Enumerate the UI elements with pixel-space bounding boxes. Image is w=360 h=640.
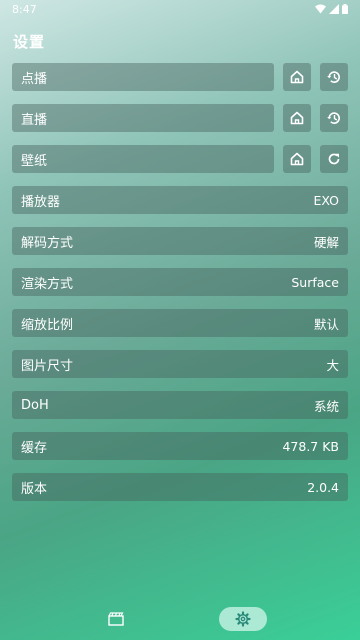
status-icons (315, 4, 348, 14)
settings-row-vod[interactable]: 点播 (12, 63, 274, 91)
settings-row-version[interactable]: 版本 2.0.4 (12, 473, 348, 501)
row-label: 播放器 (21, 194, 61, 210)
row-value: EXO (313, 192, 339, 208)
battery-icon (342, 4, 348, 14)
nav-settings-button[interactable] (219, 607, 267, 631)
row-label: 缩放比例 (21, 317, 74, 333)
row-label: 缓存 (21, 440, 48, 456)
row-label: 点播 (21, 71, 48, 87)
vod-history-button[interactable] (320, 63, 348, 91)
film-icon (108, 612, 124, 626)
row-value: Surface (291, 274, 339, 290)
settings-row-doh[interactable]: DoH 系统 (12, 391, 348, 419)
home-icon (290, 111, 304, 125)
row-label: 图片尺寸 (21, 358, 74, 374)
wallpaper-home-button[interactable] (283, 145, 311, 173)
history-icon (327, 112, 340, 124)
row-value: 478.7 KB (282, 438, 339, 454)
status-bar: 8:47 (0, 0, 360, 18)
live-history-button[interactable] (320, 104, 348, 132)
row-label: 直播 (21, 112, 48, 128)
bottom-nav (0, 600, 360, 640)
row-label: 解码方式 (21, 235, 74, 251)
settings-row-live[interactable]: 直播 (12, 104, 274, 132)
settings-row-wallpaper[interactable]: 壁纸 (12, 145, 274, 173)
row-value: 系统 (313, 398, 339, 414)
row-label: DoH (21, 397, 49, 413)
signal-icon (329, 4, 339, 14)
row-value: 硬解 (313, 234, 339, 250)
settings-row-player[interactable]: 播放器 EXO (12, 186, 348, 214)
page-title: 设置 (13, 33, 46, 51)
row-value: 大 (326, 357, 339, 373)
row-label: 版本 (21, 481, 48, 497)
settings-row-decode[interactable]: 解码方式 硬解 (12, 227, 348, 255)
wifi-icon (315, 4, 326, 14)
live-home-button[interactable] (283, 104, 311, 132)
nav-vod-button[interactable] (103, 608, 129, 630)
row-label: 渲染方式 (21, 276, 74, 292)
gear-icon (235, 611, 251, 627)
row-value: 2.0.4 (307, 479, 339, 495)
settings-row-scale[interactable]: 缩放比例 默认 (12, 309, 348, 337)
vod-home-button[interactable] (283, 63, 311, 91)
settings-row-cache[interactable]: 缓存 478.7 KB (12, 432, 348, 460)
home-icon (290, 70, 304, 84)
settings-row-render[interactable]: 渲染方式 Surface (12, 268, 348, 296)
row-label: 壁纸 (21, 153, 48, 169)
row-value: 默认 (313, 316, 339, 332)
refresh-icon (328, 153, 340, 165)
settings-row-image-size[interactable]: 图片尺寸 大 (12, 350, 348, 378)
wallpaper-refresh-button[interactable] (320, 145, 348, 173)
home-icon (290, 152, 304, 166)
history-icon (327, 71, 340, 83)
status-time: 8:47 (12, 2, 37, 16)
